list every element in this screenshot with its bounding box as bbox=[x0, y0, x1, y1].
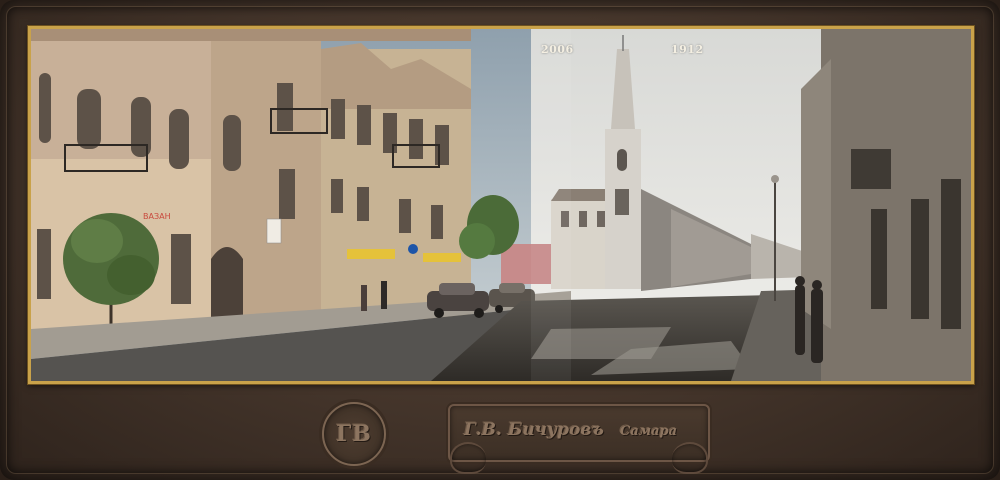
city-name: Самара bbox=[620, 424, 678, 439]
traffic-sign bbox=[408, 244, 418, 254]
cabinet-card-mount: ВАЗАН 2006 1912 ГВ Г.В. Бичуровъ Самара bbox=[0, 0, 1000, 480]
scroll-ornament-left bbox=[450, 442, 486, 474]
year-label-historic: 1912 bbox=[671, 43, 704, 56]
shop-sign-yellow bbox=[347, 249, 395, 259]
photographer-stamp: ГВ Г.В. Бичуровъ Самара bbox=[282, 390, 714, 474]
monogram-text: ГВ bbox=[336, 421, 372, 447]
shop-sign-text: ВАЗАН bbox=[143, 212, 171, 221]
photographer-name: Г.В. Бичуровъ bbox=[464, 420, 604, 440]
small-sign bbox=[266, 218, 282, 244]
street-scene: ВАЗАН bbox=[31, 29, 971, 381]
monogram-seal: ГВ bbox=[322, 402, 386, 466]
scroll-ornament-right bbox=[672, 442, 708, 474]
composite-street-photo: ВАЗАН 2006 1912 bbox=[31, 29, 971, 381]
photo-frame: ВАЗАН 2006 1912 bbox=[28, 26, 974, 384]
pedestrian bbox=[381, 281, 387, 309]
year-label-modern: 2006 bbox=[541, 43, 574, 56]
maker-plaque: Г.В. Бичуровъ Самара bbox=[448, 404, 710, 474]
